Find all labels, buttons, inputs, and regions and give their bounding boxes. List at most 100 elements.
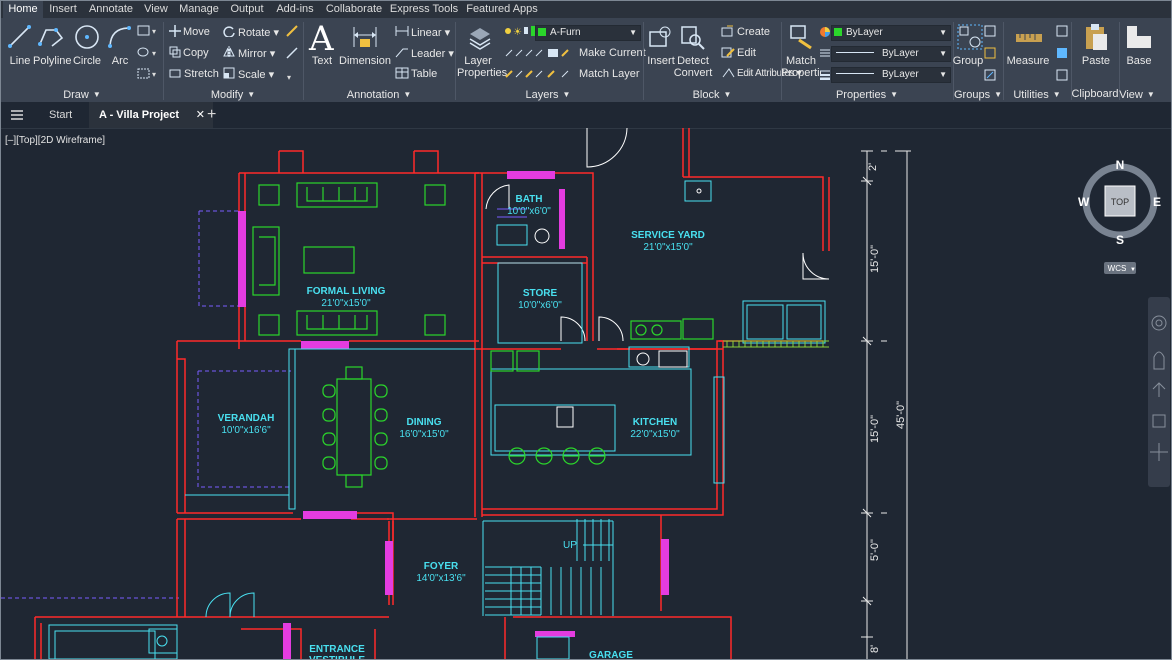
group-icon[interactable]	[957, 24, 983, 50]
detect-convert-button[interactable]: Detect Convert	[673, 55, 713, 79]
group-button[interactable]: Group	[951, 55, 985, 67]
table-button[interactable]: Table	[411, 68, 437, 80]
svg-text:▾: ▾	[287, 73, 291, 82]
viewport-controls-label[interactable]: [–][Top][2D Wireframe]	[5, 135, 105, 146]
close-tab-icon[interactable]: ✕	[196, 102, 205, 128]
dim-15ft-upper: 15'-0"	[869, 245, 881, 273]
block-panel-title[interactable]: Block ▼	[643, 87, 781, 102]
groups-panel-title[interactable]: Groups ▼	[953, 87, 1003, 102]
linetype-dropdown[interactable]: ByLayer ▼	[831, 46, 951, 62]
arc-label[interactable]: Arc	[105, 55, 135, 67]
match-layer-button[interactable]: Match Layer	[579, 68, 640, 80]
utilities-small-icons[interactable]	[1055, 24, 1071, 86]
dimension-button[interactable]: Dimension	[339, 55, 391, 67]
stretch-button[interactable]: Stretch	[184, 68, 219, 80]
match-properties-icon[interactable]	[789, 24, 815, 50]
svg-text:▾: ▾	[152, 70, 156, 79]
layer-tools-row1[interactable]	[504, 46, 572, 60]
layer-dropdown[interactable]: A-Furn ▼	[535, 25, 641, 41]
tab-add-ins[interactable]: Add-ins	[273, 1, 317, 18]
villa-project-tab[interactable]: A - Villa Project ✕	[89, 102, 213, 128]
villa-project-tab-label: A - Villa Project	[99, 109, 180, 121]
ribbon: Line Polyline Circle Arc ▾ ▾ ▾ Draw ▼ Move …	[1, 18, 1171, 102]
compass-north[interactable]: N	[1116, 158, 1125, 172]
viewcube-top-face[interactable]: TOP	[1111, 197, 1129, 207]
edit-block-icon	[721, 47, 735, 58]
groups-small-icons[interactable]	[983, 24, 999, 86]
line-icon[interactable]	[7, 24, 33, 50]
polyline-icon[interactable]	[38, 24, 66, 50]
linetype-icon	[820, 49, 830, 57]
lineweight-icon	[820, 70, 830, 80]
new-tab-icon[interactable]: +	[207, 102, 225, 128]
compass-west[interactable]: W	[1078, 195, 1090, 209]
hamburger-menu-icon[interactable]	[9, 102, 35, 128]
tab-express-tools[interactable]: Express Tools	[389, 1, 459, 18]
clipboard-panel-title[interactable]: Clipboard	[1071, 87, 1119, 102]
base-view-icon[interactable]	[1125, 24, 1153, 50]
arc-icon[interactable]	[107, 24, 133, 50]
tab-annotate[interactable]: Annotate	[85, 1, 137, 18]
circle-label[interactable]: Circle	[71, 55, 103, 67]
polyline-label[interactable]: Polyline	[33, 55, 72, 67]
layer-properties-button[interactable]: Layer Properties	[457, 55, 507, 79]
tab-insert[interactable]: Insert	[45, 1, 81, 18]
viewcube[interactable]: TOP N S E W WCS ▼	[1075, 155, 1165, 279]
color-dropdown[interactable]: ByLayer ▼	[831, 25, 951, 41]
annotation-panel-title[interactable]: Annotation ▼	[303, 87, 455, 102]
tab-collaborate[interactable]: Collaborate	[323, 1, 385, 18]
modify-extra-icons[interactable]: ▾	[285, 24, 299, 84]
move-button[interactable]: Move	[183, 26, 210, 38]
make-current-button[interactable]: Make Current	[579, 47, 646, 59]
circle-icon[interactable]	[73, 23, 101, 51]
compass-south[interactable]: S	[1116, 233, 1124, 247]
line-label[interactable]: Line	[5, 55, 35, 67]
navigation-bar[interactable]	[1148, 297, 1170, 487]
mirror-button[interactable]: Mirror ▾	[238, 47, 275, 60]
dimension-icon[interactable]	[351, 23, 379, 51]
measure-button[interactable]: Measure	[1005, 55, 1051, 67]
leader-button[interactable]: Leader ▾	[411, 47, 454, 60]
tab-featured-apps[interactable]: Featured Apps	[465, 1, 539, 18]
dim-15ft-lower: 15'-0"	[869, 415, 881, 443]
insert-block-icon[interactable]	[647, 24, 673, 50]
tab-output[interactable]: Output	[227, 1, 267, 18]
view-panel-title[interactable]: View ▼	[1119, 87, 1155, 102]
tab-view[interactable]: View	[141, 1, 171, 18]
tab-manage[interactable]: Manage	[176, 1, 222, 18]
modify-panel-title[interactable]: Modify ▼	[163, 87, 303, 102]
properties-panel-title[interactable]: Properties ▼	[781, 87, 953, 102]
start-tab[interactable]: Start	[49, 102, 79, 128]
room-label-garage: GARAGE	[589, 650, 633, 660]
edit-block-button[interactable]: Edit	[737, 47, 756, 59]
draw-small-tools-icon[interactable]: ▾ ▾ ▾	[137, 24, 161, 84]
autocad-window: Home Insert Annotate View Manage Output …	[0, 0, 1172, 660]
draw-panel-title[interactable]: Draw ▼	[1, 87, 163, 102]
drawing-canvas[interactable]: 2' 15'-0" 15'-0" 45'-0" 5'-0" 8' BATH 10…	[1, 128, 1171, 660]
utilities-panel-title[interactable]: Utilities ▼	[1003, 87, 1071, 102]
paste-icon[interactable]	[1083, 22, 1109, 52]
text-button[interactable]: Text	[307, 55, 337, 67]
paste-button[interactable]: Paste	[1077, 55, 1115, 67]
room-label-service-yard: SERVICE YARD	[631, 230, 705, 241]
create-block-button[interactable]: Create	[737, 26, 770, 38]
linear-button[interactable]: Linear ▾	[411, 26, 450, 39]
compass-east[interactable]: E	[1153, 195, 1161, 209]
room-size-foyer: 14'0"x13'6"	[416, 573, 466, 584]
lineweight-dropdown[interactable]: ByLayer ▼	[831, 67, 951, 83]
detect-convert-icon[interactable]	[679, 24, 705, 50]
svg-text:▼: ▼	[1130, 267, 1136, 273]
layers-panel-title[interactable]: Layers ▼	[455, 87, 641, 102]
match-properties-button[interactable]: Match Properties	[781, 55, 821, 79]
base-button[interactable]: Base	[1121, 55, 1157, 67]
layer-properties-icon[interactable]	[467, 24, 493, 50]
scale-button[interactable]: Scale ▾	[238, 68, 274, 81]
layer-tools-row2[interactable]	[504, 67, 572, 81]
measure-icon[interactable]	[1015, 26, 1043, 48]
text-icon[interactable]: A	[309, 19, 334, 59]
copy-button[interactable]: Copy	[183, 47, 209, 59]
rotate-button[interactable]: Rotate ▾	[238, 26, 279, 39]
dim-8ft: 8'	[869, 645, 881, 653]
room-label-bath: BATH	[515, 194, 542, 205]
wcs-menu[interactable]: WCS	[1108, 264, 1127, 273]
